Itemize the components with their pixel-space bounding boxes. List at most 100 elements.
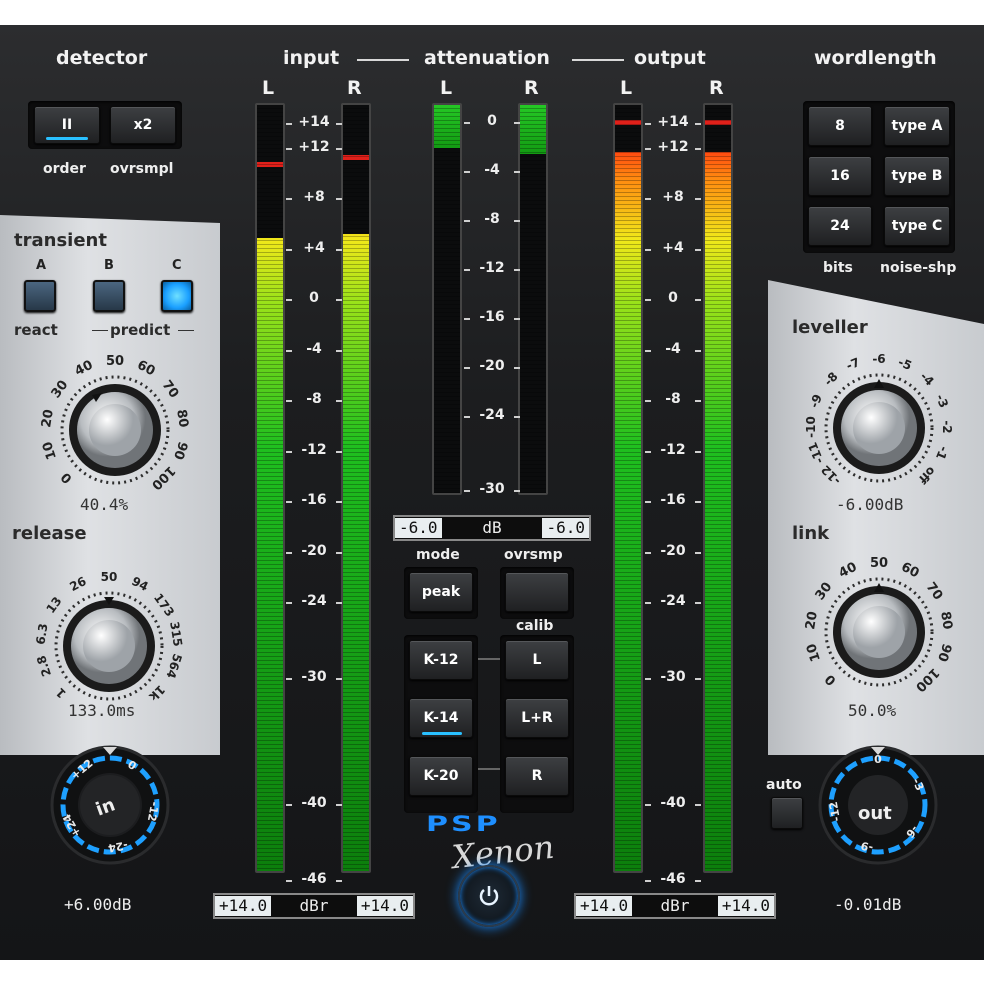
noise-shp-label: noise-shp <box>880 260 957 276</box>
ovrsmp-button[interactable] <box>505 572 569 612</box>
scale-tick: -16 <box>286 492 342 508</box>
atten-readout-right: -6.0 <box>542 518 589 538</box>
leveller-knob[interactable] <box>794 343 964 513</box>
transient-c-label: C <box>172 258 182 273</box>
calib-button-label: L+R <box>521 710 553 726</box>
peak-button[interactable]: peak <box>409 572 473 612</box>
header-divider <box>572 59 624 61</box>
scale-tick: -30 <box>464 481 520 497</box>
calib-button-r[interactable]: R <box>505 756 569 796</box>
input-header: input <box>283 47 340 69</box>
k-button-k-20[interactable]: K-20 <box>409 756 473 796</box>
output-meter-left <box>613 103 643 873</box>
input-gain-value: +6.00dB <box>64 895 132 914</box>
bits-label: bits <box>823 260 853 276</box>
input-readout-left: +14.0 <box>215 896 272 916</box>
attenuation-header: attenuation <box>424 47 550 69</box>
transient-knob[interactable] <box>30 345 200 515</box>
bits-button-16[interactable]: 16 <box>808 156 872 196</box>
scale-tick: -8 <box>464 211 520 227</box>
order-active-indicator <box>46 137 88 140</box>
output-meter-right <box>703 103 733 873</box>
k-button-k-12[interactable]: K-12 <box>409 640 473 680</box>
atten-left-label: L <box>440 77 453 99</box>
scale-tick: -24 <box>286 593 342 609</box>
scale-tick: 0 <box>464 113 520 129</box>
k-button-label: K-20 <box>423 768 459 784</box>
scale-tick: -4 <box>645 341 701 357</box>
calib-button-label: R <box>531 768 543 784</box>
scale-tick: -40 <box>645 795 701 811</box>
bits-button-label: 16 <box>830 168 850 184</box>
scale-tick: -30 <box>286 669 342 685</box>
connector-line <box>478 768 500 770</box>
scale-tick: +14 <box>645 114 701 130</box>
output-gain-label: out <box>858 803 892 824</box>
scale-tick: 0 <box>286 290 342 306</box>
bits-button-8[interactable]: 8 <box>808 106 872 146</box>
scale-tick: +12 <box>286 139 342 155</box>
transient-value: 40.4% <box>80 495 129 514</box>
noise-button-type-b[interactable]: type B <box>884 156 950 196</box>
bits-button-label: 24 <box>830 218 850 234</box>
scale-tick: -46 <box>645 871 701 887</box>
ovrsmpl-button[interactable]: x2 <box>110 106 176 144</box>
knob-scale-label: 50 <box>100 570 118 584</box>
scale-tick: -30 <box>645 669 701 685</box>
auto-button[interactable] <box>771 797 803 829</box>
atten-meter-left <box>432 103 462 495</box>
transient-title: transient <box>14 230 107 251</box>
knob-scale-label: 50 <box>869 556 889 571</box>
input-meter-right <box>341 103 371 873</box>
input-right-label: R <box>347 77 362 99</box>
output-left-label: L <box>620 77 633 99</box>
mode-label: mode <box>416 547 460 563</box>
knob-scale-label: -10 <box>804 416 818 438</box>
atten-readout-unit: dB <box>482 518 502 537</box>
power-button[interactable] <box>458 865 520 927</box>
predict-label: predict <box>110 321 171 339</box>
atten-meter-right <box>518 103 548 495</box>
noise-button-type-c[interactable]: type C <box>884 206 950 246</box>
k-active-indicator <box>422 732 462 735</box>
leveller-title: leveller <box>792 317 868 338</box>
scale-tick: +12 <box>645 139 701 155</box>
scale-tick: -12 <box>464 260 520 276</box>
knob-scale-label: 0 <box>874 753 882 766</box>
output-readout-unit: dBr <box>660 896 690 915</box>
scale-tick: -4 <box>286 341 342 357</box>
release-title: release <box>12 523 87 544</box>
power-icon <box>479 886 499 906</box>
ovrsmpl-label: ovrsmpl <box>110 161 174 177</box>
scale-tick: -12 <box>645 442 701 458</box>
scale-tick: +8 <box>645 189 701 205</box>
calib-button-l[interactable]: L <box>505 640 569 680</box>
calib-button-l-plus-r[interactable]: L+R <box>505 698 569 738</box>
transient-c-button[interactable] <box>161 280 193 312</box>
bits-button-24[interactable]: 24 <box>808 206 872 246</box>
atten-readout-left: -6.0 <box>395 518 442 538</box>
noise-button-type-a[interactable]: type A <box>884 106 950 146</box>
react-label: react <box>14 321 58 339</box>
knob-scale-label: -2 <box>940 420 954 434</box>
scale-tick: -20 <box>464 358 520 374</box>
link-title: link <box>792 523 830 544</box>
transient-a-button[interactable] <box>24 280 56 312</box>
link-knob[interactable] <box>794 547 964 717</box>
bits-button-label: 8 <box>835 118 845 134</box>
scale-tick: +14 <box>286 114 342 130</box>
scale-tick: -40 <box>286 795 342 811</box>
output-meter-scale: +14 +12 +8 +4 0 -4 -8 -12 -16 -20 -24 -30 -40 -46 <box>645 103 701 887</box>
scale-tick: -20 <box>645 543 701 559</box>
scale-tick: -16 <box>645 492 701 508</box>
ovrsmpl-button-label: x2 <box>133 117 153 133</box>
order-label: order <box>43 161 86 177</box>
scale-tick: +4 <box>286 240 342 256</box>
output-readout-left: +14.0 <box>576 896 633 916</box>
output-right-label: R <box>709 77 724 99</box>
transient-b-button[interactable] <box>93 280 125 312</box>
scale-tick: +8 <box>286 189 342 205</box>
predict-divider-right <box>178 330 194 331</box>
brand-logo: PSP <box>426 812 501 837</box>
scale-tick: -8 <box>286 391 342 407</box>
